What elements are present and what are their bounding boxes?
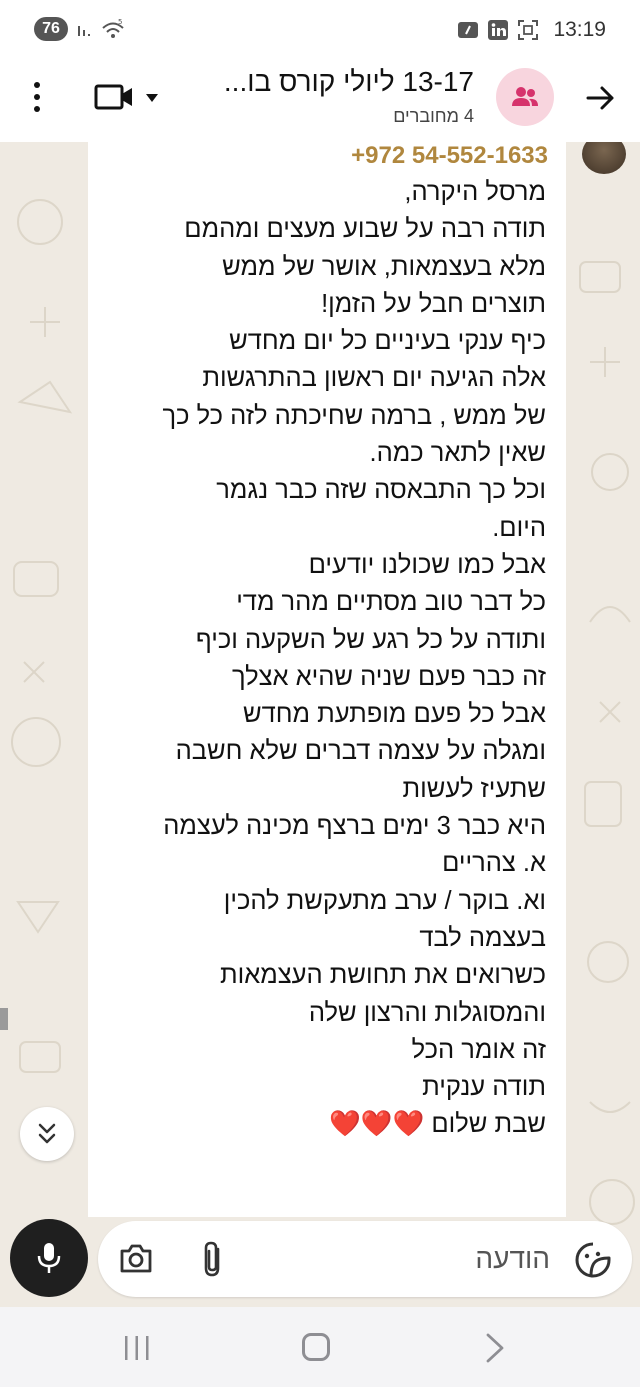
message-line: של ממש , ברמה שחיכתה לזה כל כך <box>162 401 546 430</box>
message-line: אלה הגיעה יום ראשון בהתרגשות <box>202 364 546 393</box>
svg-text:5: 5 <box>118 18 122 26</box>
battery-indicator: 76 <box>34 17 68 41</box>
signal-icon <box>78 26 90 36</box>
camera-icon[interactable] <box>118 1243 154 1275</box>
scroll-down-button[interactable] <box>20 1107 74 1161</box>
message-line: אבל כל פעם מופתעת מחדש <box>243 700 546 729</box>
message-line: תוצרים חבל על הזמן! <box>321 289 546 318</box>
message-line: וא. בוקר / ערב מתעקשת להכין <box>223 886 546 915</box>
status-right-group: 13:19 <box>457 16 606 44</box>
scroll-indicator[interactable] <box>0 1008 8 1030</box>
message-bubble[interactable]: +972 54-552-1633 מרסל היקרה, תודה רבה על… <box>88 142 566 1217</box>
video-call-icon[interactable] <box>94 82 134 112</box>
linkedin-icon <box>488 20 509 40</box>
message-line: היום. <box>492 513 546 542</box>
message-line: זה כבר פעם שניה שהיא אצלך <box>231 662 546 691</box>
message-line: שבת שלום ❤️❤️❤️ <box>329 1110 546 1139</box>
message-line: אבל כמו שכולנו יודעים <box>308 550 546 579</box>
input-placeholder: הודעה <box>475 1243 550 1274</box>
message-line: שאין לתאר כמה. <box>369 439 546 468</box>
attach-icon[interactable] <box>198 1239 228 1279</box>
message-line: ומגלה על עצמה דברים שלא חשבה <box>175 737 546 766</box>
app-notification-icon <box>458 22 479 38</box>
double-chevron-down-icon <box>38 1123 56 1144</box>
message-line: כל דבר טוב מסתיים מהר מדי <box>236 588 546 617</box>
message-line: ותודה על כל רגע של השקעה וכיף <box>195 625 546 654</box>
message-line: כיף ענקי בעיניים כל יום מחדש <box>229 327 546 356</box>
message-text: מרסל היקרה, תודה רבה על שבוע מעצים ומהמם… <box>86 174 546 1144</box>
chevron-down-icon[interactable] <box>144 92 160 104</box>
emoji-sticker-icon[interactable] <box>574 1241 612 1279</box>
system-nav-bar <box>0 1307 640 1387</box>
message-input[interactable]: הודעה <box>98 1221 632 1297</box>
status-bar: 76 5 13:19 <box>0 0 640 60</box>
chat-header: 13-17 ליולי קורס בו... 4 מחוברים <box>0 60 640 142</box>
message-line: זה אומר הכל <box>411 1035 546 1064</box>
message-line: תודה רבה על שבוע מעצים ומהמם <box>184 215 546 244</box>
message-line: שתעיז לעשות <box>402 774 546 803</box>
chat-title[interactable]: 13-17 ליולי קורס בו... <box>224 66 474 98</box>
sender-phone[interactable]: +972 54-552-1633 <box>351 142 548 170</box>
more-options-icon[interactable] <box>28 80 46 114</box>
message-line: היא כבר 3 ימים ברצף מכינה לעצמה <box>163 812 546 841</box>
status-time: 13:19 <box>553 18 606 41</box>
mic-button[interactable] <box>10 1219 88 1297</box>
chat-subtitle: 4 מחוברים <box>393 106 474 126</box>
screenshot-icon <box>518 20 539 40</box>
chat-area[interactable]: +972 54-552-1633 מרסל היקרה, תודה רבה על… <box>0 142 640 1307</box>
message-line: וכל כך התבאסה שזה כבר נגמר <box>216 476 546 505</box>
wifi-icon: 5 <box>102 18 124 38</box>
mic-icon <box>37 1243 61 1273</box>
back-arrow-icon[interactable] <box>582 80 618 116</box>
recents-icon[interactable] <box>122 1334 152 1362</box>
group-avatar[interactable] <box>496 68 554 126</box>
message-line: מרסל היקרה, <box>404 178 546 206</box>
message-line: א. צהריים <box>442 849 546 878</box>
message-line: תודה ענקית <box>422 1073 546 1102</box>
group-avatar-icon <box>512 87 538 106</box>
message-line: כשרואים את תחושת העצמאות <box>220 961 546 990</box>
home-icon[interactable] <box>302 1333 330 1361</box>
nav-back-icon[interactable] <box>484 1332 506 1364</box>
message-line: והמסוגלות והרצון שלה <box>308 998 546 1027</box>
message-line: בעצמה לבד <box>419 923 546 952</box>
message-line: מלא בעצמאות, אושר של ממש <box>222 252 546 281</box>
